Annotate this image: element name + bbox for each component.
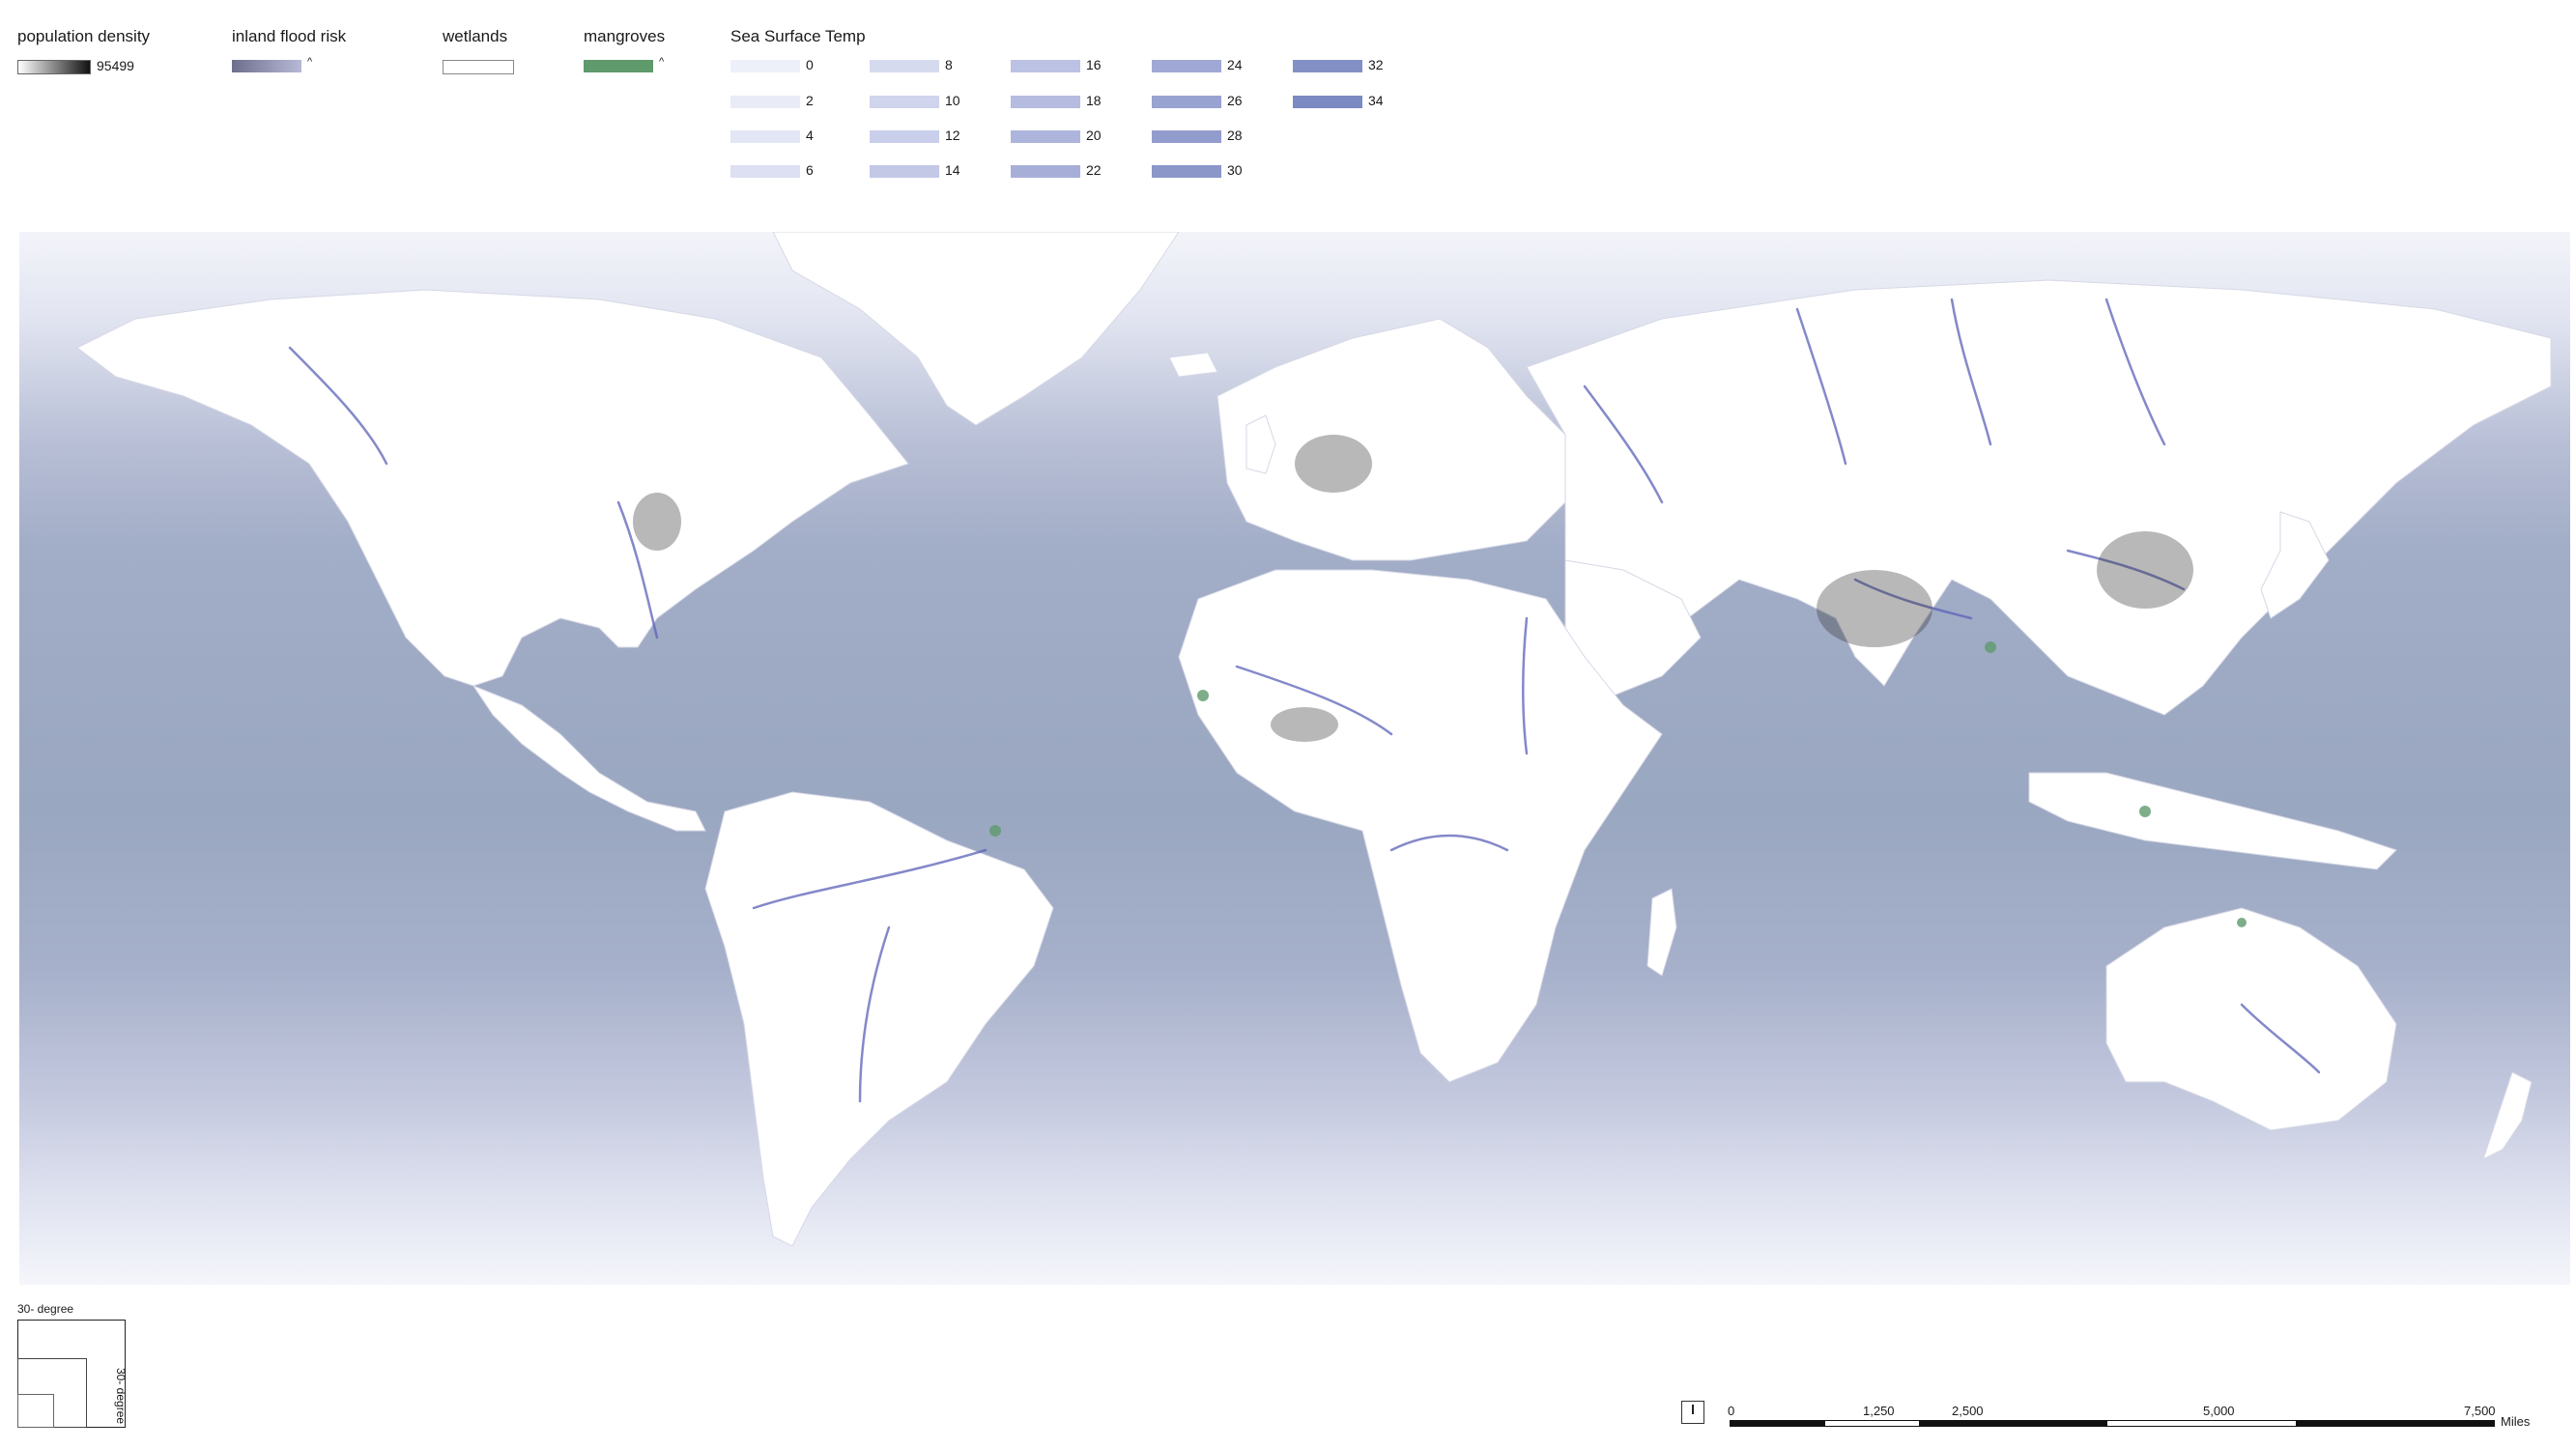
grid-top-label: 30- degree [17, 1302, 74, 1316]
grid-side-label: 30- degree [114, 1368, 128, 1425]
sst-label-26: 26 [1227, 93, 1243, 108]
pop-cluster-china [2097, 531, 2193, 609]
wetlands-swatch [443, 60, 514, 74]
world-map-svg [19, 232, 2570, 1285]
sst-label-12: 12 [945, 128, 960, 143]
sst-swatch-26 [1152, 96, 1221, 108]
sst-swatch-2 [730, 96, 800, 108]
sst-label-14: 14 [945, 162, 960, 178]
mangrove-brazil [989, 825, 1001, 837]
population-density-title: population density [17, 27, 151, 45]
sst-label-28: 28 [1227, 128, 1243, 143]
mangroves-title: mangroves [584, 27, 666, 45]
scale-bar-segments [1730, 1420, 2495, 1427]
sst-label-0: 0 [806, 57, 814, 72]
wetlands-title: wetlands [443, 27, 508, 45]
sst-label-20: 20 [1086, 128, 1102, 143]
scale-tick-3: 5,000 [2203, 1404, 2235, 1418]
inland-flood-risk-ramp [232, 60, 301, 72]
pop-cluster-europe [1295, 435, 1372, 493]
sst-swatch-22 [1011, 165, 1080, 178]
population-density-max: 95499 [97, 58, 134, 73]
sst-label-22: 22 [1086, 162, 1102, 178]
sst-swatch-14 [870, 165, 939, 178]
sst-swatch-0 [730, 60, 800, 72]
sst-label-6: 6 [806, 162, 814, 178]
mangroves-caret: ^ [659, 56, 665, 68]
sst-swatch-32 [1293, 60, 1362, 72]
sst-label-34: 34 [1368, 93, 1384, 108]
sst-swatch-24 [1152, 60, 1221, 72]
sst-swatch-28 [1152, 130, 1221, 143]
grid-reference: 30- degree 30- degree [17, 1302, 133, 1437]
sst-label-18: 18 [1086, 93, 1102, 108]
north-arrow-icon [1681, 1401, 1704, 1424]
sst-swatch-18 [1011, 96, 1080, 108]
scale-tick-0: 0 [1728, 1404, 1735, 1418]
sst-swatch-12 [870, 130, 939, 143]
sst-label-16: 16 [1086, 57, 1102, 72]
sst-label-4: 4 [806, 128, 814, 143]
mangrove-bangladesh [1985, 641, 1996, 653]
scale-tick-4: 7,500 [2464, 1404, 2496, 1418]
sst-swatch-8 [870, 60, 939, 72]
sst-swatch-30 [1152, 165, 1221, 178]
scale-unit: Miles [2501, 1414, 2531, 1429]
pop-cluster-west-africa [1271, 707, 1338, 742]
inland-flood-risk-caret: ^ [307, 56, 313, 68]
sst-label-30: 30 [1227, 162, 1243, 178]
sst-label-10: 10 [945, 93, 960, 108]
mangrove-australia [2237, 918, 2247, 927]
population-density-ramp [17, 60, 91, 74]
world-map [19, 232, 2570, 1285]
pop-cluster-us-east [633, 493, 681, 551]
sst-swatch-16 [1011, 60, 1080, 72]
sea-surface-temp-title: Sea Surface Temp [730, 27, 866, 45]
map-legend: population density 95499 inland flood ri… [17, 27, 1428, 191]
sst-swatch-4 [730, 130, 800, 143]
grid-inner-square [17, 1394, 54, 1428]
scale-bar: 0 1,250 2,500 5,000 7,500 Miles [1681, 1401, 2551, 1439]
sst-label-8: 8 [945, 57, 953, 72]
scale-tick-1: 1,250 [1863, 1404, 1895, 1418]
sst-swatch-6 [730, 165, 800, 178]
inland-flood-risk-title: inland flood risk [232, 27, 347, 45]
mangroves-swatch [584, 60, 653, 72]
scale-tick-2: 2,500 [1952, 1404, 1984, 1418]
sst-label-32: 32 [1368, 57, 1384, 72]
sst-swatch-10 [870, 96, 939, 108]
sst-swatch-20 [1011, 130, 1080, 143]
sst-label-24: 24 [1227, 57, 1243, 72]
mangrove-west-africa [1197, 690, 1209, 701]
sst-swatch-34 [1293, 96, 1362, 108]
mangrove-indonesia [2139, 806, 2151, 817]
sst-label-2: 2 [806, 93, 814, 108]
pop-cluster-india [1817, 570, 1932, 647]
